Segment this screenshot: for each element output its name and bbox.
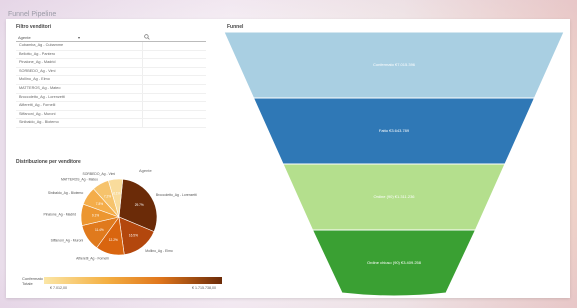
filter-item[interactable]: Pinalone_Ag - Madrid xyxy=(16,59,206,68)
pie-slice-label: Alfieretti_Ag - Fornelli xyxy=(76,257,109,261)
search-icon[interactable] xyxy=(144,34,150,40)
pie-header-label: Agente xyxy=(139,168,152,173)
filter-item[interactable]: Mollino_Ag - Elmo xyxy=(16,76,206,85)
app-title: Funnel Pipeline xyxy=(8,11,57,18)
funnel-stage-label: Confermato €7.015.396 xyxy=(373,62,416,67)
pie-slice-label: Sinibaldo_Ag - Biotemo xyxy=(48,191,84,195)
legend-min: € 7.012,00 xyxy=(50,286,67,290)
funnel-stage-label: Ordine chiuso (90) €3.409.258 xyxy=(367,260,422,265)
seller-filter: Filtro venditori Agente ▾ Cubamba_Ag - C… xyxy=(16,24,206,128)
filter-item[interactable]: Broccoletto_Ag - Lorenzetti xyxy=(16,93,206,103)
filter-item[interactable]: Alfieretti_Ag - Fornelli xyxy=(16,102,206,111)
sort-caret-icon[interactable]: ▾ xyxy=(78,35,80,40)
filter-item[interactable]: Siffanoni_Ag - Muroni xyxy=(16,110,206,120)
pie-slice-value: 12.2% xyxy=(109,238,118,242)
pie-slice-value: 29.7% xyxy=(135,203,144,207)
pie-slice-value: 7.8% xyxy=(96,202,103,206)
pie-slice-label: Pinalone_Ag - Madrid xyxy=(43,212,76,216)
filter-title: Filtro venditori xyxy=(16,24,51,30)
filter-item[interactable]: MATTEROS_Ag - Mateo xyxy=(16,84,206,94)
funnel-stage-label: Fatto €3.643.789 xyxy=(379,128,410,133)
filter-item[interactable]: Bellotto_Ag - Pantero xyxy=(16,50,206,60)
pie-slice-label: Mollino_Ag - Elmo xyxy=(145,249,173,253)
legend-max: € 1.715.738,00 xyxy=(192,286,216,290)
filter-header[interactable]: Agente ▾ xyxy=(16,33,206,42)
pie-slice-value: 11.4% xyxy=(95,228,104,232)
funnel-chart: Confermato €7.015.396 Fatto €3.643.789 Ord… xyxy=(224,31,564,297)
pie-chart: Agente 29.7% Broccoletto_Ag - Lorenzetti 16… xyxy=(43,168,197,261)
pie-slice-label: SORBEDO_Ag - Vimi xyxy=(83,172,116,176)
pie-slice-value: 16.5% xyxy=(129,234,138,238)
pie-slice-label: Broccoletto_Ag - Lorenzetti xyxy=(156,193,197,197)
color-legend: Confermato Totale € 7.012,00 € 1.715.738… xyxy=(22,276,222,290)
funnel-stage-label: Ordine (90) €1.311.236 xyxy=(373,194,415,199)
pie-slice-value: 7.2% xyxy=(104,194,111,198)
filter-item[interactable]: SORBEDO_Ag - Vimi xyxy=(16,67,206,77)
pie-slice-label: Siffanoni_Ag - Muroni xyxy=(51,239,84,243)
pie-slice-value: 9.1% xyxy=(92,214,99,218)
filter-item[interactable]: Sinibaldo_Ag - Biotemo xyxy=(16,119,206,128)
pie-slice-value: 6.1% xyxy=(113,192,120,196)
pie-slice-label: MATTEROS_Ag - Mateo xyxy=(61,177,98,181)
filter-item[interactable]: Cubamba_Ag - Cubamme xyxy=(16,42,206,51)
legend-gradient-bar xyxy=(44,277,222,284)
filter-list: Cubamba_Ag - Cubamme Bellotto_Ag - Panter… xyxy=(16,42,206,128)
